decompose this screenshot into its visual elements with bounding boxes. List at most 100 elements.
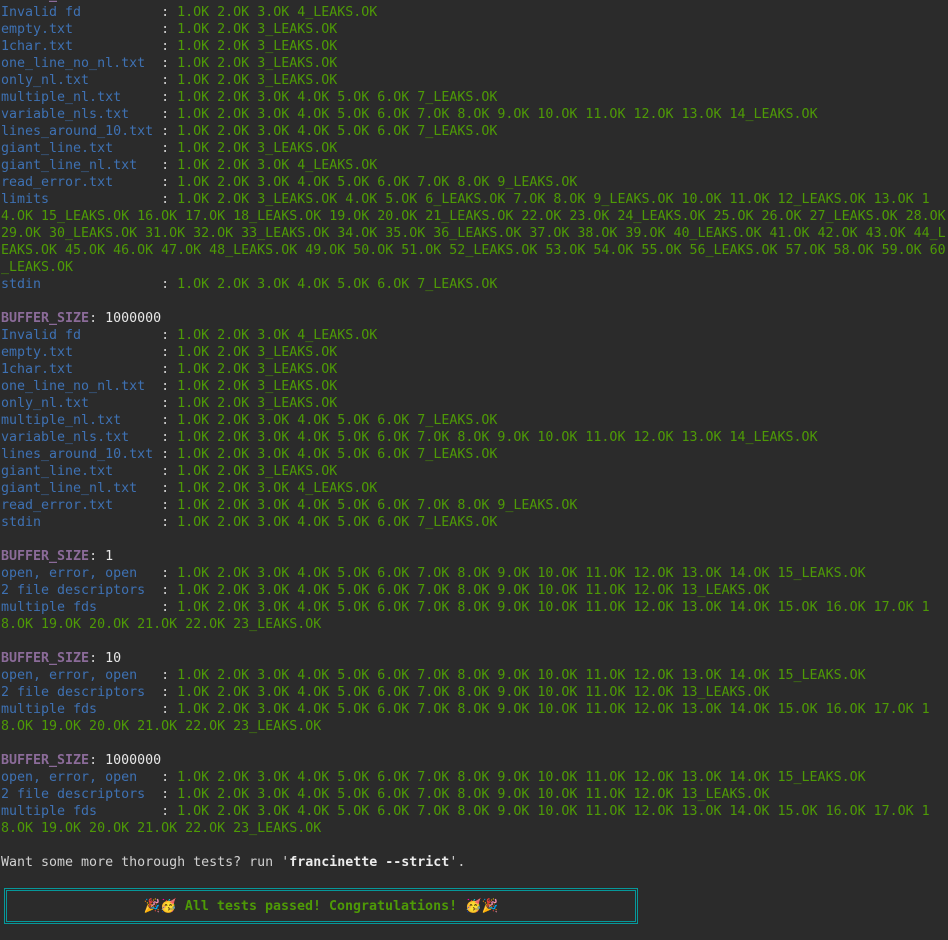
name-separator: : [113, 141, 178, 156]
test-row: open, error, open : 1.OK 2.OK 3.OK 4.OK … [1, 565, 946, 582]
test-result: 1.OK 2.OK 3_LEAKS.OK [177, 362, 338, 377]
terminal-output: BUFFER_SIZE: 10 Invalid fd : 1.OK 2.OK 3.… [1, 0, 946, 924]
test-row: one_line_no_nl.txt : 1.OK 2.OK 3_LEAKS.O… [1, 378, 946, 395]
test-name: 2 file descriptors [1, 685, 146, 700]
name-separator: : [73, 345, 178, 360]
test-section: BUFFER_SIZE: 1000000 Invalid fd : 1.OK 2.… [1, 310, 946, 548]
test-row: stdin : 1.OK 2.OK 3.OK 4.OK 5.OK 6.OK 7_… [1, 514, 946, 531]
name-separator: : [97, 804, 178, 819]
name-separator: : [73, 22, 178, 37]
name-separator: : [129, 430, 178, 445]
name-separator: : [137, 668, 178, 683]
test-row: lines_around_10.txt : 1.OK 2.OK 3.OK 4.O… [1, 446, 946, 463]
name-separator: : [41, 515, 178, 530]
test-result: 1.OK 2.OK 3.OK 4_LEAKS.OK [177, 5, 378, 20]
test-name: lines_around_10.txt [1, 447, 154, 462]
test-result: 1.OK 2.OK 3.OK 4.OK 5.OK 6.OK 7.OK 8.OK … [177, 583, 770, 598]
test-row: open, error, open : 1.OK 2.OK 3.OK 4.OK … [1, 667, 946, 684]
hint-command: francinette --strict [289, 855, 450, 870]
test-row: giant_line.txt : 1.OK 2.OK 3_LEAKS.OK [1, 463, 946, 480]
name-separator: : [41, 277, 178, 292]
test-row: variable_nls.txt : 1.OK 2.OK 3.OK 4.OK 5… [1, 106, 946, 123]
hint-text: Want some more thorough tests? run ' [1, 855, 290, 870]
test-result: 1.OK 2.OK 3.OK 4_LEAKS.OK [177, 328, 378, 343]
test-row: 2 file descriptors : 1.OK 2.OK 3.OK 4.OK… [1, 582, 946, 599]
test-name: 2 file descriptors [1, 787, 146, 802]
name-separator: : [113, 498, 178, 513]
header-separator: : [89, 549, 106, 564]
test-section: BUFFER_SIZE: 1000000 open, error, open : … [1, 752, 946, 854]
test-result: 1.OK 2.OK 3.OK 4.OK 5.OK 6.OK 7.OK 8.OK … [177, 498, 578, 513]
hint-line: Want some more thorough tests? run 'fran… [1, 854, 946, 871]
section-header: BUFFER_SIZE: 10 [1, 650, 946, 667]
test-result: 1.OK 2.OK 3_LEAKS.OK [177, 73, 338, 88]
test-name: multiple fds [1, 804, 98, 819]
test-result: 1.OK 2.OK 3.OK 4.OK 5.OK 6.OK 7.OK 8.OK … [177, 430, 818, 445]
test-result: 1.OK 2.OK 3_LEAKS.OK [177, 464, 338, 479]
name-separator: : [97, 702, 178, 717]
test-name: giant_line.txt [1, 464, 114, 479]
buffer-size-value: 10 [105, 651, 122, 666]
name-separator: : [153, 124, 178, 139]
name-separator: : [137, 481, 178, 496]
test-row: read_error.txt : 1.OK 2.OK 3.OK 4.OK 5.O… [1, 497, 946, 514]
test-row: giant_line_nl.txt : 1.OK 2.OK 3.OK 4_LEA… [1, 157, 946, 174]
test-row: read_error.txt : 1.OK 2.OK 3.OK 4.OK 5.O… [1, 174, 946, 191]
buffer-size-label: BUFFER_SIZE [1, 0, 89, 3]
name-separator: : [129, 107, 178, 122]
test-row: variable_nls.txt : 1.OK 2.OK 3.OK 4.OK 5… [1, 429, 946, 446]
test-result: 1.OK 2.OK 3_LEAKS.OK [177, 39, 338, 54]
test-result: 1.OK 2.OK 3.OK 4_LEAKS.OK [177, 158, 378, 173]
test-row: Invalid fd : 1.OK 2.OK 3.OK 4_LEAKS.OK [1, 4, 946, 21]
test-result: 1.OK 2.OK 3_LEAKS.OK [177, 396, 338, 411]
test-row: empty.txt : 1.OK 2.OK 3_LEAKS.OK [1, 21, 946, 38]
test-result: 1.OK 2.OK 3.OK 4.OK 5.OK 6.OK 7_LEAKS.OK [177, 124, 498, 139]
test-result: 1.OK 2.OK 3_LEAKS.OK [177, 345, 338, 360]
section-header: BUFFER_SIZE: 1 [1, 548, 946, 565]
test-result: 1.OK 2.OK 3_LEAKS.OK [177, 56, 338, 71]
section-header: BUFFER_SIZE: 1000000 [1, 310, 946, 327]
banner-text: 🎉🥳 All tests passed! Congratulations! 🥳🎉 [143, 898, 499, 914]
test-name: empty.txt [1, 22, 74, 37]
test-name: open, error, open [1, 770, 138, 785]
name-separator: : [81, 5, 178, 20]
name-separator: : [145, 685, 178, 700]
test-row: one_line_no_nl.txt : 1.OK 2.OK 3_LEAKS.O… [1, 55, 946, 72]
header-separator: : [89, 311, 106, 326]
name-separator: : [89, 396, 178, 411]
test-row: open, error, open : 1.OK 2.OK 3.OK 4.OK … [1, 769, 946, 786]
test-row: empty.txt : 1.OK 2.OK 3_LEAKS.OK [1, 344, 946, 361]
buffer-size-label: BUFFER_SIZE [1, 549, 90, 564]
test-result: 1.OK 2.OK 3_LEAKS.OK [177, 141, 338, 156]
test-row: giant_line.txt : 1.OK 2.OK 3_LEAKS.OK [1, 140, 946, 157]
test-row: 2 file descriptors : 1.OK 2.OK 3.OK 4.OK… [1, 786, 946, 803]
test-result: 1.OK 2.OK 3.OK 4.OK 5.OK 6.OK 7.OK 8.OK … [177, 107, 818, 122]
test-row: 1char.txt : 1.OK 2.OK 3_LEAKS.OK [1, 38, 946, 55]
test-section: BUFFER_SIZE: 1 open, error, open : 1.OK 2… [1, 548, 946, 650]
test-name: open, error, open [1, 566, 138, 581]
test-name: only_nl.txt [1, 73, 90, 88]
test-row: 2 file descriptors : 1.OK 2.OK 3.OK 4.OK… [1, 684, 946, 701]
test-name: one_line_no_nl.txt [1, 56, 146, 71]
test-row: stdin : 1.OK 2.OK 3.OK 4.OK 5.OK 6.OK 7_… [1, 276, 946, 293]
test-row: multiple fds : 1.OK 2.OK 3.OK 4.OK 5.OK … [1, 803, 946, 837]
name-separator: : [49, 192, 178, 207]
test-name: Invalid fd [1, 5, 82, 20]
name-separator: : [137, 770, 178, 785]
buffer-size-value: 1 [105, 549, 114, 564]
name-separator: : [113, 175, 178, 190]
name-separator: : [113, 464, 178, 479]
test-result: 1.OK 2.OK 3.OK 4_LEAKS.OK [177, 481, 378, 496]
test-name: variable_nls.txt [1, 430, 130, 445]
name-separator: : [97, 600, 178, 615]
test-row: multiple fds : 1.OK 2.OK 3.OK 4.OK 5.OK … [1, 701, 946, 735]
test-result: 1.OK 2.OK 3.OK 4.OK 5.OK 6.OK 7_LEAKS.OK [177, 447, 498, 462]
header-separator: : [89, 753, 106, 768]
buffer-size-label: BUFFER_SIZE [1, 651, 90, 666]
test-result: 1.OK 2.OK 3.OK 4.OK 5.OK 6.OK 7.OK 8.OK … [177, 175, 578, 190]
name-separator: : [121, 413, 178, 428]
name-separator: : [73, 39, 178, 54]
